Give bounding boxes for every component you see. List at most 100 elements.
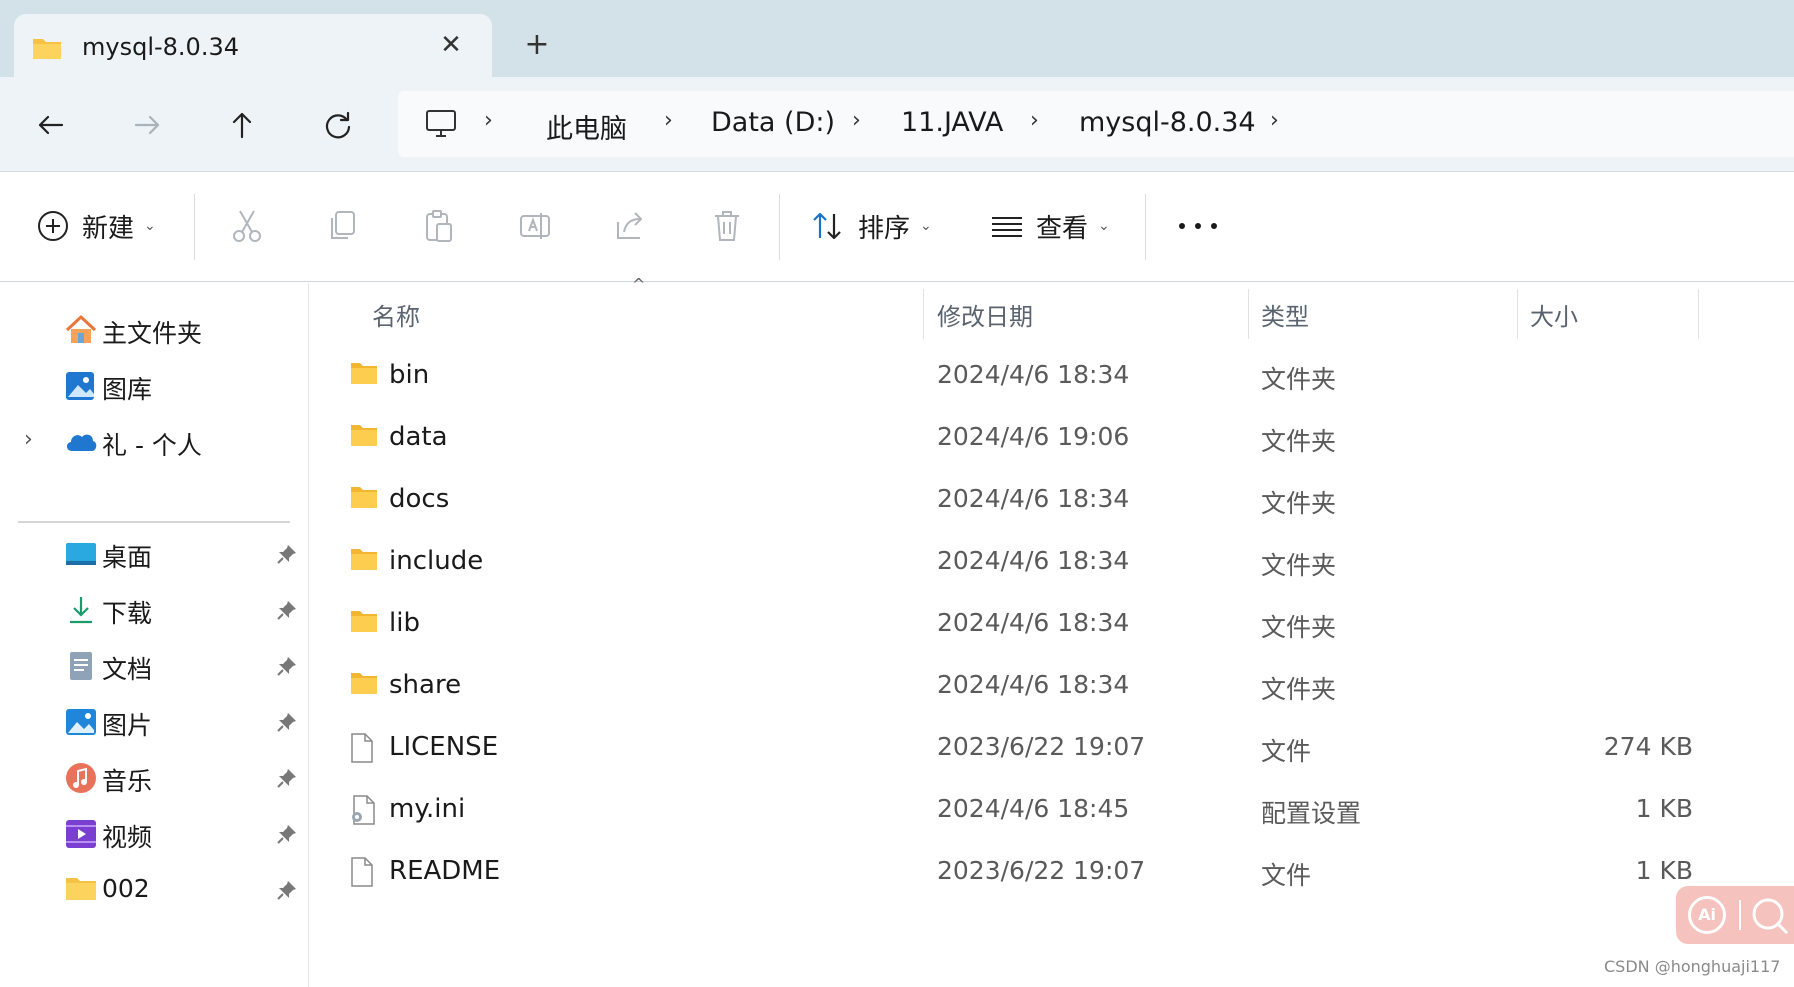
computer-icon	[424, 107, 458, 145]
file-name: data	[389, 422, 448, 452]
sidebar-item-videos[interactable]: 视频	[0, 809, 309, 859]
chevron-right-icon[interactable]: ›	[24, 427, 33, 452]
config-file-icon	[350, 795, 376, 829]
more-options-button[interactable]	[1176, 208, 1220, 244]
navigation-pane: 主文件夹 图库 › 礼 - 个人 桌面 下载 文档 图片 音乐 视频 002	[0, 283, 309, 987]
cut-button[interactable]	[230, 202, 264, 250]
arrow-right-icon	[134, 115, 160, 135]
file-modified-date: 2024/4/6 18:34	[937, 360, 1130, 389]
floating-assistant-widget[interactable]: Ai	[1676, 886, 1794, 944]
file-row[interactable]: data 2024/4/6 19:06 文件夹	[310, 407, 1794, 469]
chevron-down-icon: ⌄	[920, 218, 932, 234]
sidebar-item-music[interactable]: 音乐	[0, 753, 309, 803]
sidebar-item-002[interactable]: 002	[0, 865, 309, 915]
chevron-down-icon: ⌄	[1098, 218, 1110, 234]
share-button[interactable]	[614, 202, 648, 250]
breadcrumb-mysql[interactable]: mysql-8.0.34	[1079, 107, 1256, 138]
home-icon	[64, 313, 98, 347]
file-size: 274 KB	[1603, 732, 1693, 761]
file-name: LICENSE	[389, 732, 499, 762]
pin-icon[interactable]	[276, 767, 298, 793]
sort-button[interactable]: 排序 ⌄	[810, 202, 932, 250]
column-header-modified[interactable]: 修改日期	[924, 283, 1248, 339]
chevron-right-icon[interactable]: ›	[1270, 108, 1279, 133]
folder-icon	[32, 36, 62, 64]
divider	[194, 194, 195, 260]
chevron-right-icon[interactable]: ›	[664, 108, 673, 133]
file-modified-date: 2024/4/6 19:06	[937, 422, 1130, 451]
paste-button[interactable]	[422, 202, 456, 250]
sidebar-item-downloads[interactable]: 下载	[0, 585, 309, 635]
file-type: 文件	[1261, 737, 1312, 766]
pin-icon[interactable]	[276, 879, 298, 905]
chevron-right-icon[interactable]: ›	[852, 108, 861, 133]
refresh-button[interactable]	[313, 101, 363, 151]
rename-icon	[520, 213, 550, 239]
tab-title: mysql-8.0.34	[82, 33, 239, 61]
up-button[interactable]	[217, 101, 267, 151]
rename-button[interactable]	[518, 202, 552, 250]
forward-button[interactable]	[122, 101, 172, 151]
sidebar-item-onedrive[interactable]: › 礼 - 个人	[0, 417, 309, 467]
breadcrumb[interactable]: › 此电脑 › Data (D:) › 11.JAVA › mysql-8.0.…	[398, 91, 1794, 157]
divider	[779, 194, 780, 260]
file-row[interactable]: README 2023/6/22 19:07 文件 1 KB	[310, 841, 1794, 903]
ai-icon[interactable]: Ai	[1688, 896, 1726, 934]
file-modified-date: 2024/4/6 18:34	[937, 608, 1130, 637]
file-name: share	[389, 670, 462, 700]
column-header-size[interactable]: 大小	[1518, 283, 1698, 339]
new-tab-button[interactable]: +	[520, 28, 554, 62]
back-button[interactable]	[26, 101, 76, 151]
file-icon	[350, 733, 374, 767]
file-row[interactable]: bin 2024/4/6 18:34 文件夹	[310, 345, 1794, 407]
tab-mysql[interactable]: mysql-8.0.34 ✕	[14, 14, 492, 77]
view-button[interactable]: 查看 ⌄	[990, 202, 1110, 250]
file-row[interactable]: lib 2024/4/6 18:34 文件夹	[310, 593, 1794, 655]
cloud-icon	[64, 425, 98, 459]
tab-bar: mysql-8.0.34 ✕ +	[0, 0, 1794, 77]
pin-icon[interactable]	[276, 711, 298, 737]
file-modified-date: 2024/4/6 18:34	[937, 484, 1130, 513]
file-row[interactable]: LICENSE 2023/6/22 19:07 文件 274 KB	[310, 717, 1794, 779]
sidebar-item-desktop[interactable]: 桌面	[0, 529, 309, 579]
sidebar-item-gallery[interactable]: 图库	[0, 361, 309, 411]
copy-button[interactable]	[326, 202, 360, 250]
search-icon[interactable]	[1750, 896, 1790, 940]
breadcrumb-java[interactable]: 11.JAVA	[901, 107, 1003, 138]
file-name: my.ini	[389, 794, 466, 824]
file-type: 文件夹	[1261, 365, 1337, 394]
folder-icon	[350, 609, 378, 637]
delete-button[interactable]	[710, 202, 744, 250]
file-type: 配置设置	[1261, 799, 1362, 828]
column-header-name[interactable]: 名称	[310, 283, 923, 339]
breadcrumb-this-pc[interactable]: 此电脑	[546, 107, 627, 146]
column-divider[interactable]	[1698, 289, 1699, 339]
pin-icon[interactable]	[276, 543, 298, 569]
pin-icon[interactable]	[276, 599, 298, 625]
file-row[interactable]: docs 2024/4/6 18:34 文件夹	[310, 469, 1794, 531]
plus-circle-icon	[38, 211, 68, 241]
close-tab-button[interactable]: ✕	[434, 28, 468, 62]
file-row[interactable]: include 2024/4/6 18:34 文件夹	[310, 531, 1794, 593]
file-size: 1 KB	[1635, 794, 1693, 823]
column-header-type[interactable]: 类型	[1249, 283, 1517, 339]
command-bar: 新建 ⌄ 排序 ⌄ 查看 ⌄	[0, 172, 1794, 282]
sidebar-item-home[interactable]: 主文件夹	[0, 305, 309, 355]
breadcrumb-data-drive[interactable]: Data (D:)	[711, 107, 835, 138]
chevron-right-icon[interactable]: ›	[484, 108, 493, 133]
file-modified-date: 2024/4/6 18:34	[937, 546, 1130, 575]
file-type: 文件夹	[1261, 427, 1337, 456]
sidebar-item-documents[interactable]: 文档	[0, 641, 309, 691]
videos-icon	[64, 817, 98, 851]
pin-icon[interactable]	[276, 655, 298, 681]
file-row[interactable]: my.ini 2024/4/6 18:45 配置设置 1 KB	[310, 779, 1794, 841]
file-type: 文件夹	[1261, 613, 1337, 642]
chevron-right-icon[interactable]: ›	[1030, 108, 1039, 133]
folder-icon	[350, 547, 378, 575]
sidebar-item-pictures[interactable]: 图片	[0, 697, 309, 747]
pin-icon[interactable]	[276, 823, 298, 849]
file-type: 文件夹	[1261, 489, 1337, 518]
new-button[interactable]: 新建 ⌄	[36, 202, 156, 250]
file-row[interactable]: share 2024/4/6 18:34 文件夹	[310, 655, 1794, 717]
download-icon	[64, 593, 98, 627]
